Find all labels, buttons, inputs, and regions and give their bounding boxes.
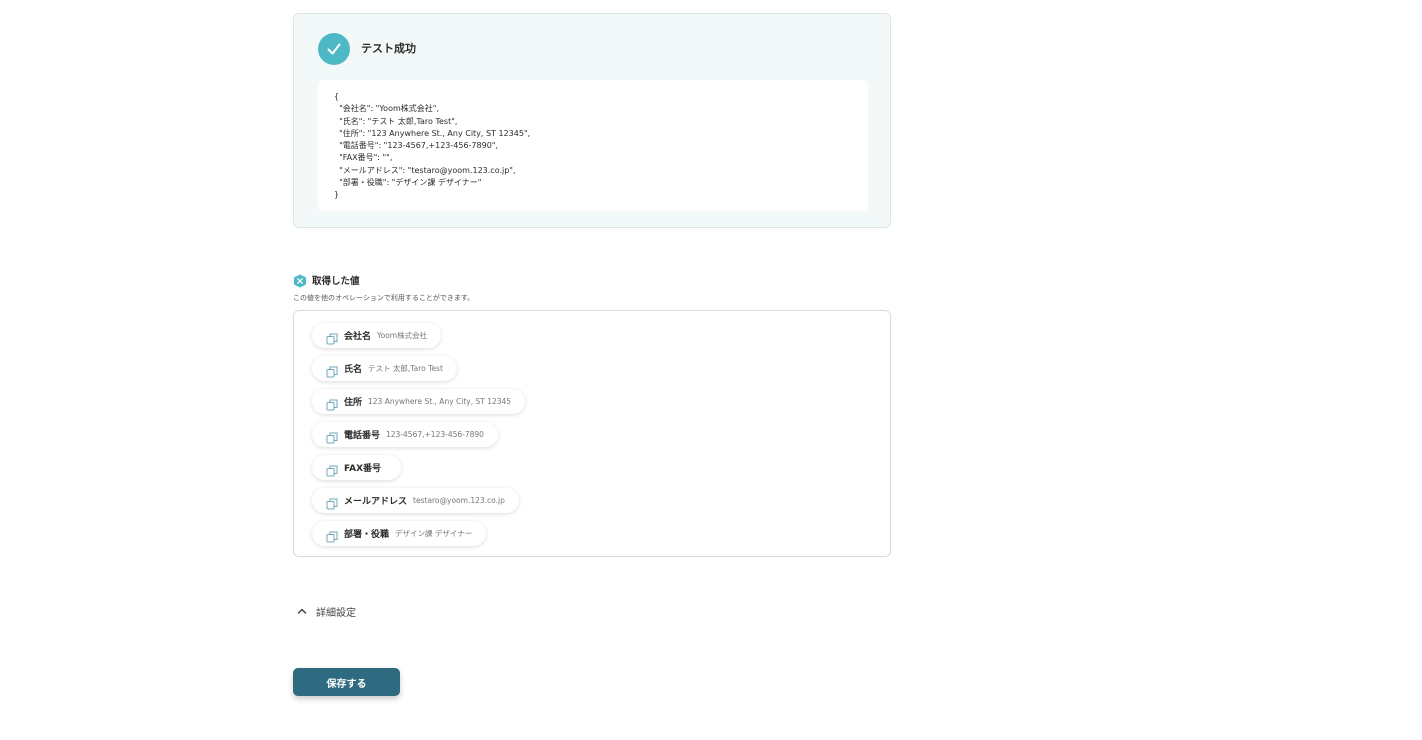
json-line: "住所": "123 Anywhere St., Any City, ST 12… <box>334 128 531 138</box>
chip-value: 123-4567,+123-456-7890 <box>386 430 484 439</box>
acquired-values-header: 取得した値 <box>293 273 360 288</box>
chip-key: 住所 <box>344 398 363 408</box>
test-result-card: テスト成功 { "会社名": "Yoom株式会社", "氏名": "テスト 太郎… <box>293 13 891 228</box>
value-chip-phone[interactable]: 電話番号 123-4567,+123-456-7890 <box>312 422 498 447</box>
copy-icon <box>326 528 338 542</box>
acquired-values-list: 会社名 Yoom株式会社 氏名 テスト 太郎,Taro Test 住所 123 … <box>293 310 891 557</box>
copy-icon <box>326 429 338 443</box>
chip-value: デザイン課 デザイナー <box>395 529 473 538</box>
chip-key: 電話番号 <box>344 431 381 441</box>
json-line: "会社名": "Yoom株式会社", <box>334 104 439 114</box>
save-button[interactable]: 保存する <box>293 668 400 696</box>
json-line: "電話番号": "123-4567,+123-456-7890", <box>334 141 499 151</box>
chip-value: テスト 太郎,Taro Test <box>368 364 443 373</box>
json-line: { <box>334 92 340 101</box>
check-icon <box>318 33 350 65</box>
json-line: "氏名": "テスト 太郎,Taro Test", <box>334 116 458 126</box>
copy-icon <box>326 363 338 377</box>
chip-value: testaro@yoom.123.co.jp <box>413 496 505 505</box>
chip-value: 123 Anywhere St., Any City, ST 12345 <box>368 397 512 406</box>
copy-icon <box>326 330 338 344</box>
acquired-values-description: この値を他のオペレーションで利用することができます。 <box>293 294 475 302</box>
json-line: "FAX番号": "", <box>334 153 393 163</box>
json-line: } <box>334 190 340 200</box>
copy-icon <box>326 462 338 476</box>
value-chip-name[interactable]: 氏名 テスト 太郎,Taro Test <box>312 356 457 381</box>
value-chip-department[interactable]: 部署・役職 デザイン課 デザイナー <box>312 521 487 546</box>
chip-key: 氏名 <box>344 365 363 375</box>
value-chip-company-name[interactable]: 会社名 Yoom株式会社 <box>312 323 442 348</box>
chevron-up-icon <box>296 602 308 621</box>
chip-key: FAX番号 <box>344 464 382 474</box>
x-badge-icon <box>293 273 307 288</box>
value-chip-fax[interactable]: FAX番号 <box>312 455 402 480</box>
advanced-settings-label: 詳細設定 <box>316 608 356 619</box>
chip-key: 会社名 <box>344 332 372 342</box>
chip-key: メールアドレス <box>344 497 408 507</box>
json-output: { "会社名": "Yoom株式会社", "氏名": "テスト 太郎,Taro … <box>318 80 868 211</box>
value-chip-email[interactable]: メールアドレス testaro@yoom.123.co.jp <box>312 488 519 513</box>
copy-icon <box>326 396 338 410</box>
value-chip-address[interactable]: 住所 123 Anywhere St., Any City, ST 12345 <box>312 389 526 414</box>
acquired-values-title: 取得した値 <box>312 276 360 287</box>
copy-icon <box>326 495 338 509</box>
json-line: "部署・役職": "デザイン課 デザイナー" <box>334 178 482 188</box>
page: テスト成功 { "会社名": "Yoom株式会社", "氏名": "テスト 太郎… <box>0 0 1422 740</box>
chip-value: Yoom株式会社 <box>377 331 428 340</box>
chip-key: 部署・役職 <box>344 530 390 540</box>
test-status-title: テスト成功 <box>361 42 416 55</box>
advanced-settings-toggle[interactable]: 詳細設定 <box>296 602 356 621</box>
json-line: "メールアドレス": "testaro@yoom.123.co.jp", <box>334 165 516 175</box>
